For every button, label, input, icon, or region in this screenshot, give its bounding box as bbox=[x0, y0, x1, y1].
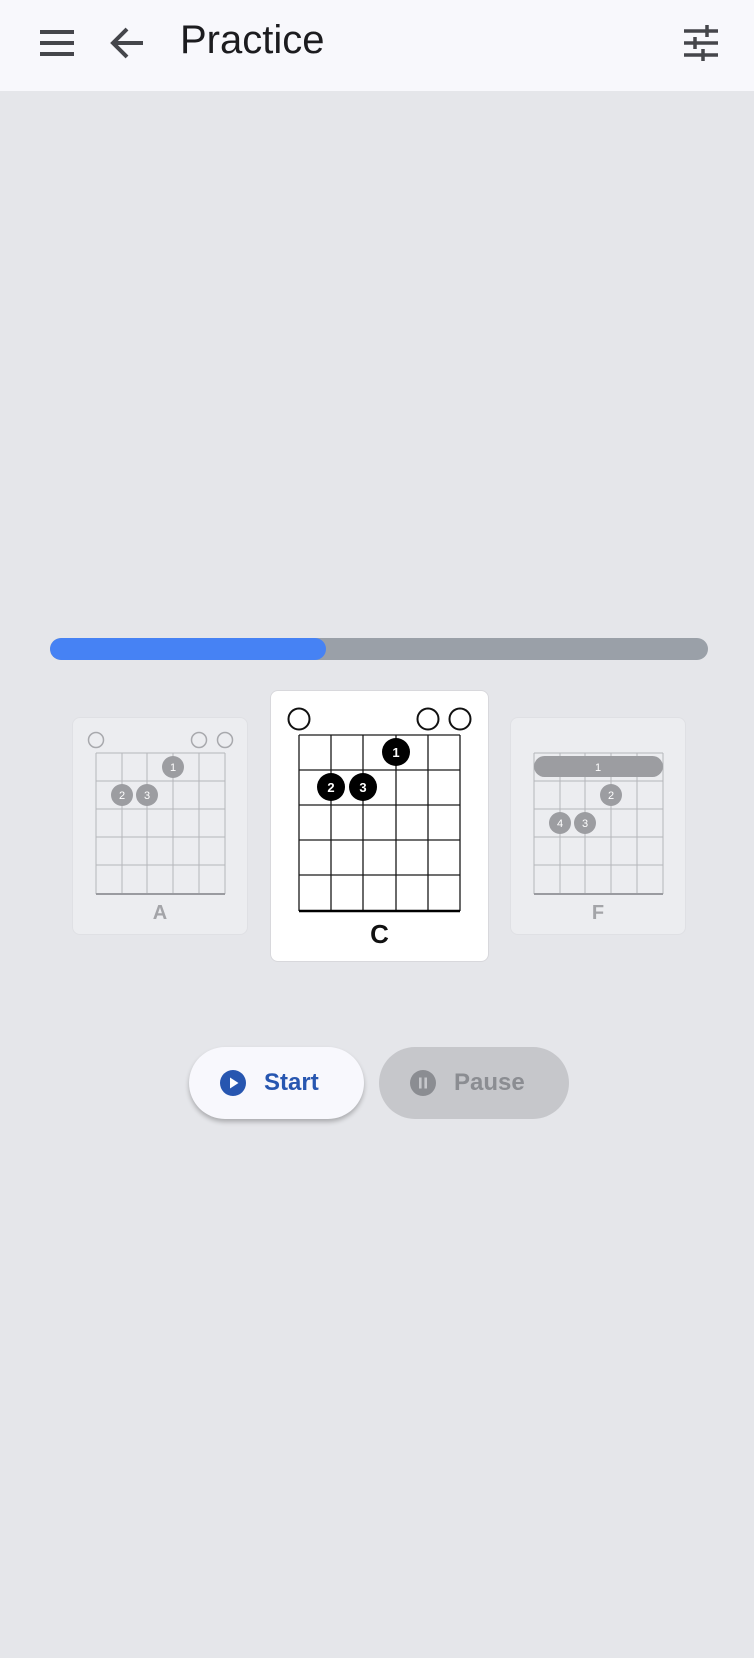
pause-button[interactable]: Pause bbox=[379, 1047, 569, 1119]
start-button[interactable]: Start bbox=[189, 1047, 364, 1119]
practice-progress-bar bbox=[50, 638, 708, 660]
svg-text:1: 1 bbox=[170, 762, 176, 774]
chord-card-next[interactable]: 1 2 4 3 F bbox=[510, 717, 686, 935]
svg-text:2: 2 bbox=[119, 790, 125, 802]
play-circle-icon bbox=[220, 1070, 246, 1096]
start-label: Start bbox=[264, 1069, 319, 1096]
top-app-bar: Practice bbox=[0, 0, 754, 91]
progress-fill bbox=[50, 638, 327, 660]
svg-text:3: 3 bbox=[359, 780, 366, 795]
menu-icon[interactable] bbox=[28, 14, 86, 72]
chord-card-current[interactable]: 1 2 3 C bbox=[270, 690, 489, 962]
svg-text:2: 2 bbox=[608, 790, 614, 802]
svg-text:3: 3 bbox=[144, 790, 150, 802]
svg-text:2: 2 bbox=[327, 780, 334, 795]
chord-name-previous: A bbox=[152, 902, 168, 924]
svg-text:1: 1 bbox=[595, 762, 601, 774]
svg-text:4: 4 bbox=[557, 818, 563, 830]
pause-label: Pause bbox=[454, 1069, 525, 1096]
arrow-back-icon[interactable] bbox=[99, 14, 157, 72]
tune-icon[interactable] bbox=[672, 14, 730, 72]
pause-circle-icon bbox=[410, 1070, 436, 1096]
svg-text:3: 3 bbox=[582, 818, 588, 830]
chord-name-next: F bbox=[591, 902, 605, 924]
chord-name-current: C bbox=[370, 919, 389, 949]
chord-card-previous[interactable]: 1 2 3 A bbox=[72, 717, 248, 935]
page-title: Practice bbox=[180, 18, 325, 62]
svg-text:1: 1 bbox=[392, 745, 399, 760]
